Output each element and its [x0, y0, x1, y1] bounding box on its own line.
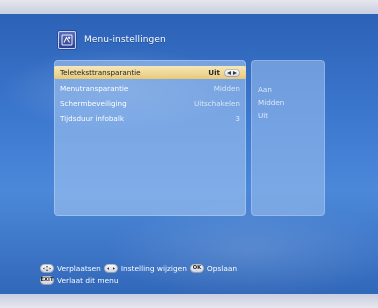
- settings-row-label: Schermbeveiliging: [60, 99, 127, 108]
- settings-row-schermbeveiliging[interactable]: Schermbeveiliging Uitschakelen: [54, 97, 246, 110]
- footer-line-1: Verplaatsen Instelling wijzigen OK Opsla…: [40, 262, 237, 274]
- settings-menu-icon: [58, 31, 76, 49]
- page-title: Menu-instellingen: [84, 35, 166, 45]
- navigate-icon: [40, 263, 54, 273]
- ok-button-icon: OK: [189, 263, 204, 273]
- menu-header: Menu-instellingen: [58, 31, 166, 49]
- options-panel: Aan Midden Uit: [251, 60, 325, 216]
- settings-row-value: Uitschakelen: [193, 99, 240, 108]
- left-right-icon-graphic: [106, 266, 115, 270]
- settings-row-label: Tijdsduur infobalk: [60, 114, 124, 123]
- tv-screen: Menu-instellingen Teleteksttransparantie…: [0, 0, 378, 308]
- navigate-icon-graphic: [43, 265, 51, 271]
- settings-row-value: Uit: [208, 68, 220, 77]
- option-item-aan[interactable]: Aan: [258, 85, 284, 94]
- footer-change-label: Instelling wijzigen: [120, 263, 187, 273]
- settings-row-value: Midden: [213, 84, 240, 93]
- exit-button-icon: EXIT: [40, 275, 54, 285]
- option-item-uit[interactable]: Uit: [258, 111, 284, 120]
- settings-row-label: Menutransparantie: [60, 84, 129, 93]
- settings-row-label: Teleteksttransparantie: [60, 68, 141, 77]
- footer-move-label: Verplaatsen: [57, 263, 101, 273]
- option-item-midden[interactable]: Midden: [258, 98, 284, 107]
- footer-exit-label: Verlaat dit menu: [57, 275, 119, 285]
- settings-row-teleteksttransparantie[interactable]: Teleteksttransparantie Uit: [54, 66, 246, 79]
- settings-menu-icon-graphic: [61, 34, 73, 46]
- options-list: Aan Midden Uit: [258, 85, 284, 120]
- selected-value: Uit: [208, 68, 240, 77]
- top-band: [0, 0, 378, 14]
- bottom-band: [0, 294, 378, 308]
- left-right-selector-icon[interactable]: [224, 68, 240, 77]
- settings-row-value: 3: [235, 114, 240, 123]
- footer-line-2: EXIT Verlaat dit menu: [40, 274, 237, 286]
- settings-list-panel: Teleteksttransparantie Uit Menutranspara…: [54, 60, 246, 216]
- footer-save-label: Opslaan: [206, 263, 238, 273]
- settings-row-tijdsduur-infobalk[interactable]: Tijdsduur infobalk 3: [54, 112, 246, 125]
- settings-row-menutransparantie[interactable]: Menutransparantie Midden: [54, 82, 246, 95]
- left-right-icon: [103, 263, 118, 273]
- footer-help: Verplaatsen Instelling wijzigen OK Opsla…: [40, 262, 237, 286]
